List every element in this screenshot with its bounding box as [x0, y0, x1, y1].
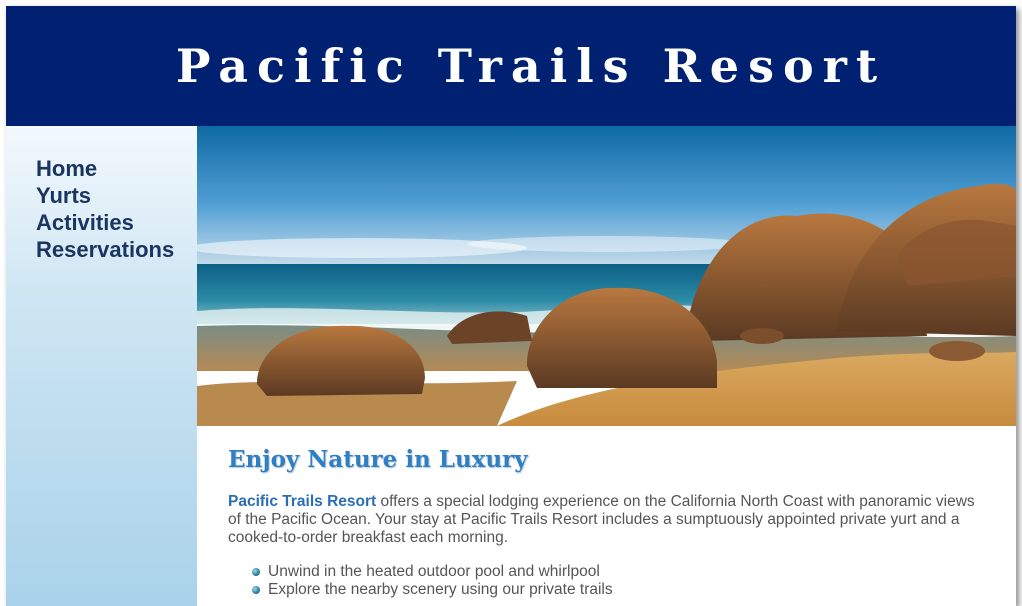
nav-item-activities: Activities — [36, 209, 197, 236]
nav-link-reservations[interactable]: Reservations — [36, 236, 197, 263]
site-header: Pacific Trails Resort — [6, 6, 1016, 126]
nav-link-yurts[interactable]: Yurts — [36, 182, 197, 209]
nav-list: Home Yurts Activities Reservations — [6, 126, 197, 263]
feature-text: Explore the nearby scenery using our pri… — [268, 581, 613, 598]
section-heading: Enjoy Nature in Luxury — [228, 446, 528, 473]
main-content: Enjoy Nature in Luxury Pacific Trails Re… — [197, 126, 1016, 606]
bullet-dot-icon — [252, 586, 260, 594]
intro-paragraph: Pacific Trails Resort offers a special l… — [228, 493, 988, 547]
hero-image — [197, 126, 1016, 426]
nav-item-home: Home — [36, 155, 197, 182]
bullet-dot-icon — [252, 568, 260, 576]
resort-name: Pacific Trails Resort — [228, 493, 377, 510]
nav-item-yurts: Yurts — [36, 182, 197, 209]
nav-link-home[interactable]: Home — [36, 155, 197, 182]
nav-item-reservations: Reservations — [36, 236, 197, 263]
nav-link-activities[interactable]: Activities — [36, 209, 197, 236]
feature-list: Unwind in the heated outdoor pool and wh… — [228, 563, 988, 599]
content-section: Enjoy Nature in Luxury Pacific Trails Re… — [228, 446, 988, 599]
site-title: Pacific Trails Resort — [175, 39, 887, 93]
feature-text: Unwind in the heated outdoor pool and wh… — [268, 563, 600, 580]
feature-item: Unwind in the heated outdoor pool and wh… — [252, 563, 988, 581]
page-wrapper: Pacific Trails Resort Home Yurts Activit… — [6, 6, 1016, 606]
main-nav: Home Yurts Activities Reservations — [6, 126, 197, 606]
feature-item: Explore the nearby scenery using our pri… — [252, 581, 988, 599]
